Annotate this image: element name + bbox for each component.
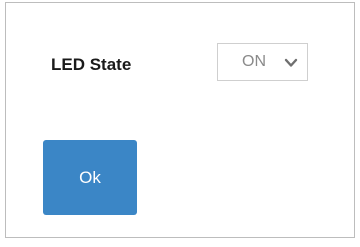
led-state-select-value: ON [242, 53, 266, 70]
chevron-down-icon [284, 56, 298, 68]
settings-panel: LED State ON Ok [5, 2, 355, 238]
led-state-label: LED State [51, 55, 132, 74]
led-state-select[interactable]: ON [217, 43, 308, 81]
ok-button[interactable]: Ok [43, 140, 137, 215]
